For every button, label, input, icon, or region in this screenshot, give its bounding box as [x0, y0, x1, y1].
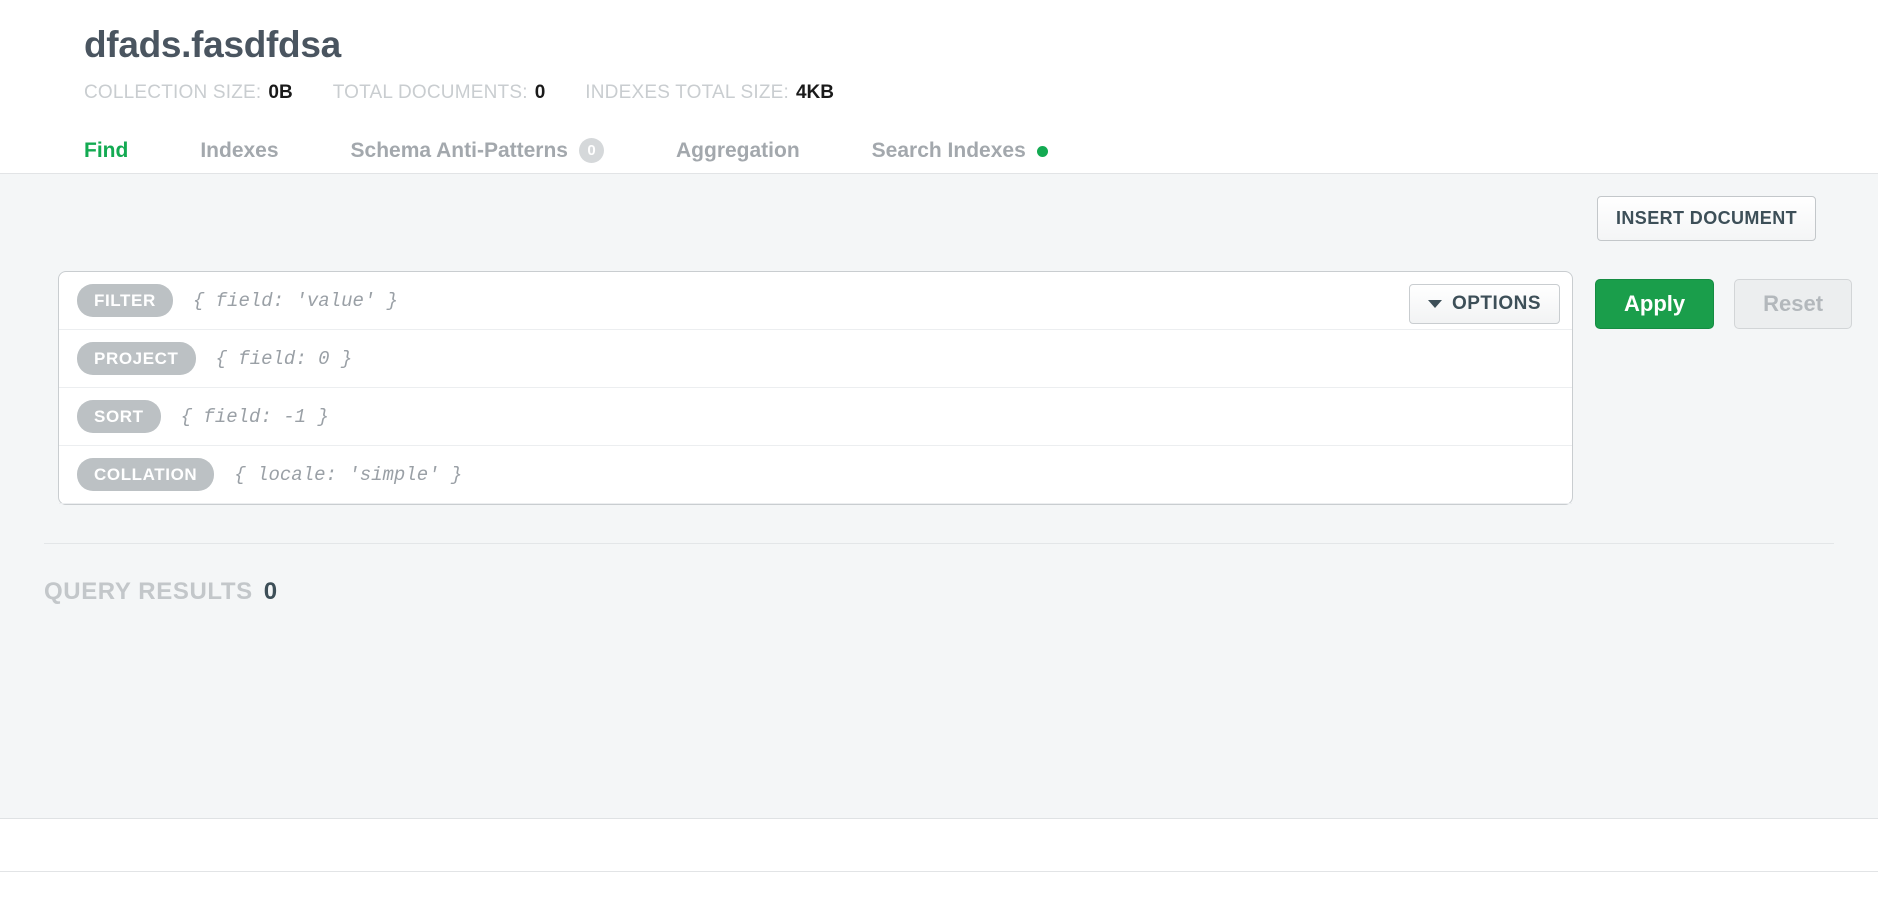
stat-value: 0: [534, 82, 546, 104]
sort-pill-label: SORT: [77, 400, 161, 434]
tab-indexes[interactable]: Indexes: [200, 139, 278, 173]
options-label: OPTIONS: [1451, 293, 1541, 315]
footer-strip: [0, 871, 1878, 912]
collection-header: dfads.fasdfdsa COLLECTION SIZE: 0B TOTAL…: [0, 0, 1878, 109]
query-area: FILTER PROJECT SORT COLLATION OPTIONS Ap…: [44, 271, 1853, 506]
collection-tab-bar: Find Indexes Schema Anti-Patterns 0 Aggr…: [0, 128, 1878, 175]
tab-label: Schema Anti-Patterns: [350, 138, 568, 162]
tab-label: Indexes: [200, 139, 279, 163]
tab-label: Aggregation: [676, 139, 800, 163]
tab-label: Search Indexes: [871, 139, 1026, 163]
query-row-project: PROJECT: [59, 330, 1572, 389]
stat-label: TOTAL DOCUMENTS:: [332, 82, 528, 104]
query-results-label: QUERY RESULTS: [44, 578, 253, 606]
query-bar: FILTER PROJECT SORT COLLATION OPTIONS: [58, 271, 1573, 506]
query-results-count: 0: [263, 578, 278, 606]
tab-search-indexes[interactable]: Search Indexes: [872, 139, 1048, 173]
section-divider: [44, 543, 1834, 545]
collation-pill-label: COLLATION: [77, 458, 215, 492]
apply-button[interactable]: Apply: [1595, 279, 1715, 330]
collection-stats: COLLECTION SIZE: 0B TOTAL DOCUMENTS: 0 I…: [84, 82, 1878, 108]
stat-label: COLLECTION SIZE:: [84, 82, 262, 104]
query-actions: Apply Reset: [1595, 271, 1853, 330]
project-input[interactable]: [215, 338, 1572, 379]
tab-aggregation[interactable]: Aggregation: [676, 139, 800, 173]
page-title: dfads.fasdfdsa: [84, 24, 341, 65]
status-dot-icon: [1036, 145, 1048, 157]
content-toolbar: INSERT DOCUMENT: [44, 174, 1834, 242]
schema-anti-patterns-badge: 0: [579, 138, 604, 164]
query-row-filter: FILTER: [59, 272, 1572, 331]
stat-value: 0B: [268, 82, 293, 104]
tab-schema-anti-patterns[interactable]: Schema Anti-Patterns 0: [351, 138, 604, 173]
stat-total-documents: TOTAL DOCUMENTS: 0: [333, 82, 546, 104]
filter-pill-label: FILTER: [77, 284, 173, 318]
options-toggle-button[interactable]: OPTIONS: [1408, 284, 1560, 325]
reset-button[interactable]: Reset: [1734, 279, 1853, 330]
tab-find[interactable]: Find: [84, 139, 128, 173]
insert-document-button[interactable]: INSERT DOCUMENT: [1597, 196, 1816, 242]
chevron-down-icon: [1427, 300, 1442, 309]
query-row-collation: COLLATION: [59, 446, 1572, 505]
find-tab-content: INSERT DOCUMENT FILTER PROJECT SORT COLL…: [0, 174, 1878, 820]
stat-label: INDEXES TOTAL SIZE:: [585, 82, 789, 104]
stat-indexes-total-size: INDEXES TOTAL SIZE: 4KB: [585, 82, 834, 104]
sort-input[interactable]: [180, 396, 1572, 437]
stat-collection-size: COLLECTION SIZE: 0B: [84, 82, 293, 104]
collation-input[interactable]: [234, 454, 1572, 495]
query-row-sort: SORT: [59, 388, 1572, 447]
project-pill-label: PROJECT: [77, 342, 196, 376]
stat-value: 4KB: [795, 82, 834, 104]
query-results-header: QUERY RESULTS 0: [44, 578, 1834, 606]
filter-input[interactable]: [192, 280, 1572, 321]
tab-label: Find: [84, 139, 129, 163]
